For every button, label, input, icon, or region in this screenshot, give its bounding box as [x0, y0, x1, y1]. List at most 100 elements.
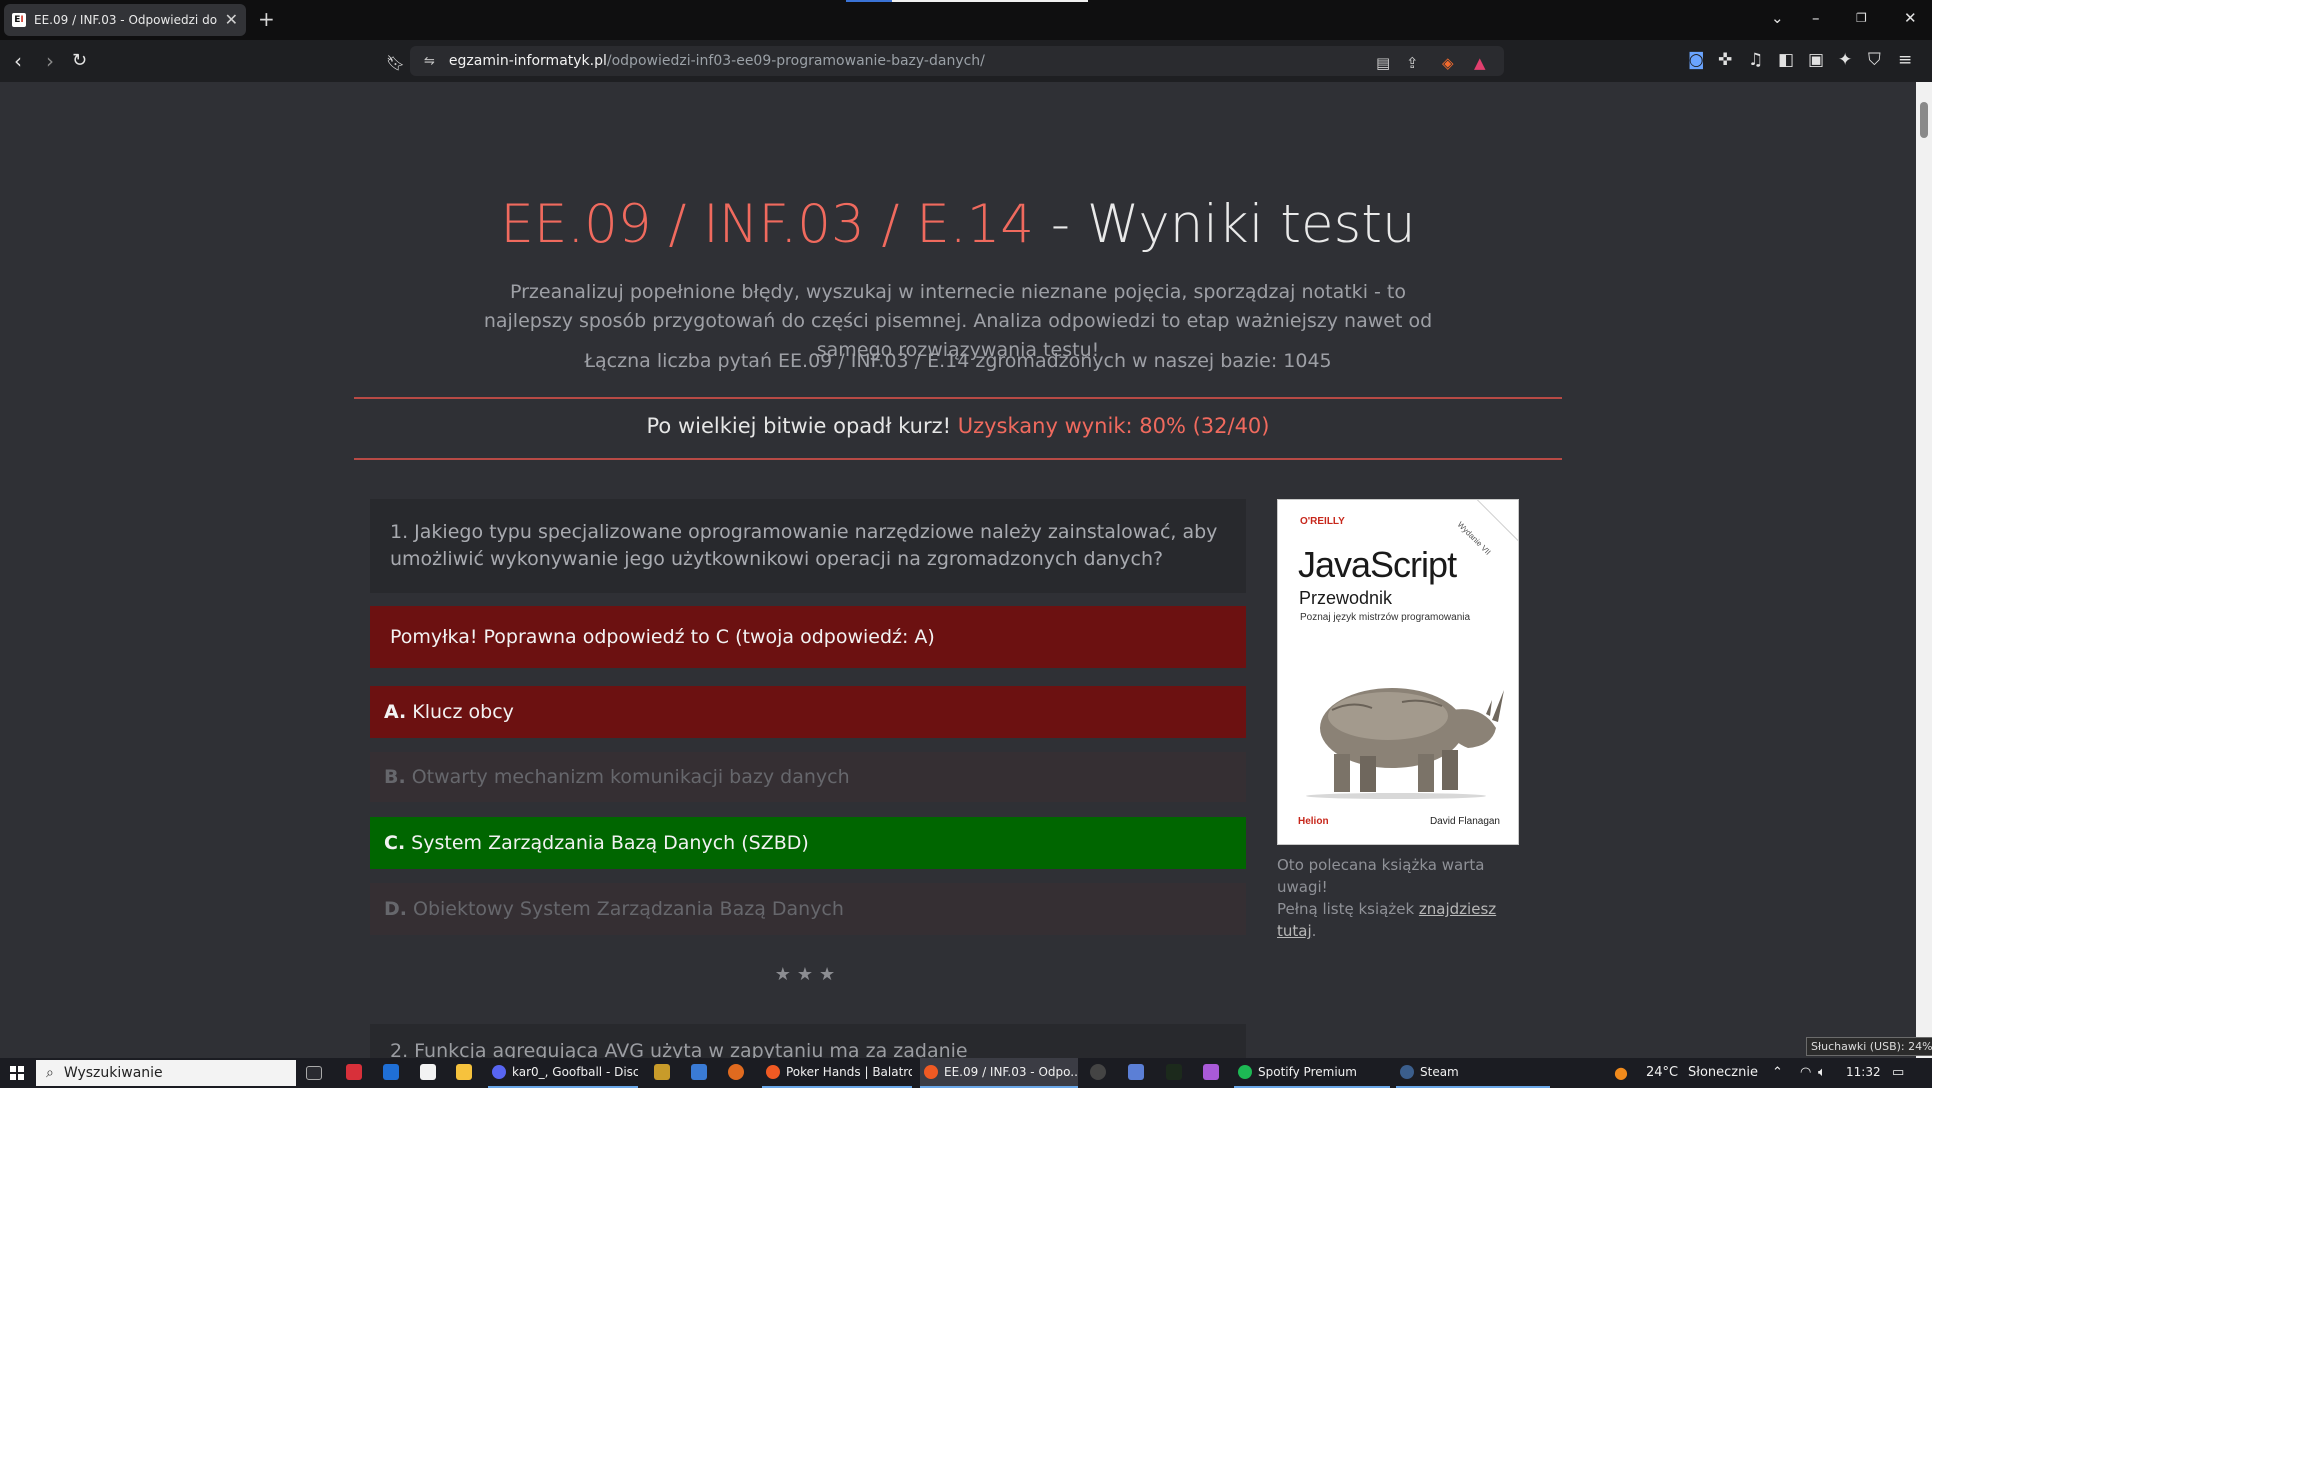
- weather-temp[interactable]: 24°C: [1646, 1065, 1678, 1080]
- restore-icon[interactable]: ❐: [1856, 8, 1867, 28]
- new-tab-icon[interactable]: +: [258, 9, 275, 29]
- back-icon[interactable]: ‹: [14, 49, 22, 73]
- taskbar-brave-balatro[interactable]: Poker Hands | Balatro...: [762, 1058, 912, 1088]
- tab-list-chevron-icon[interactable]: ⌄: [1771, 8, 1784, 28]
- app-shield-icon[interactable]: [654, 1064, 670, 1080]
- taskbar-brave-egzamin[interactable]: EE.09 / INF.03 - Odpo...: [920, 1058, 1078, 1088]
- taskbar-spotify-label: Spotify Premium: [1258, 1065, 1357, 1079]
- page-title: EE.09 / INF.03 / E.14 - Wyniki testu: [0, 194, 1916, 255]
- browser-tab[interactable]: EI EE.09 / INF.03 - Odpowiedzi do E ✕: [4, 4, 246, 36]
- reader-mode-icon[interactable]: ▤: [1376, 54, 1390, 72]
- extension-icon[interactable]: ◙: [1688, 50, 1705, 70]
- answer-b-letter: B.: [384, 766, 406, 788]
- book-publisher: O'REILLY: [1300, 516, 1345, 527]
- page-title-label: - Wyniki testu: [1034, 194, 1416, 255]
- menu-icon[interactable]: ≡: [1898, 50, 1912, 70]
- book-subtitle: Przewodnik: [1299, 588, 1393, 608]
- brave-rewards-icon[interactable]: ▲: [1474, 54, 1486, 72]
- search-icon: ⌕: [46, 1065, 54, 1081]
- weather-desc[interactable]: Słonecznie: [1688, 1065, 1758, 1080]
- result-prefix: Po wielkiej bitwie opadł kurz!: [646, 414, 958, 438]
- taskbar-spotify[interactable]: Spotify Premium: [1234, 1058, 1390, 1088]
- divider-bottom: [354, 458, 1562, 460]
- question-count-text: Łączna liczba pytań EE.09 / INF.03 / E.1…: [584, 350, 1332, 372]
- url-path: /odpowiedzi-inf03-ee09-programowanie-baz…: [606, 53, 985, 69]
- file-explorer-icon[interactable]: [456, 1064, 472, 1080]
- answer-b: B. Otwarty mechanizm komunikacji bazy dan…: [370, 752, 1246, 802]
- navigation-bar: ‹ › ↻ 🔖︎ ⇋ egzamin-informatyk.pl /odpowi…: [0, 40, 1932, 82]
- question-text: 1. Jakiego typu specjalizowane oprogramo…: [370, 499, 1246, 593]
- book-caption-prefix: Pełną listę książek: [1277, 900, 1419, 918]
- app-bot-icon[interactable]: [1128, 1064, 1144, 1080]
- answer-c: C. System Zarządzania Bazą Danych (SZBD): [370, 817, 1246, 869]
- site-settings-icon[interactable]: ⇋: [424, 54, 435, 69]
- book-cover[interactable]: O'REILLY Wydanie VII JavaScript Przewodn…: [1277, 499, 1519, 845]
- loading-indicator: [846, 0, 1088, 2]
- book-caption-suffix: .: [1311, 922, 1317, 940]
- answer-d-letter: D.: [384, 898, 407, 920]
- taskbar-search[interactable]: ⌕ Wyszukiwanie: [36, 1060, 296, 1086]
- store-icon[interactable]: [420, 1064, 436, 1080]
- sidebar-icon[interactable]: ◧: [1778, 50, 1794, 70]
- taskbar-discord[interactable]: kar0_, Goofball - Disc...: [488, 1058, 638, 1088]
- brave-shields-icon[interactable]: ◈: [1442, 54, 1454, 72]
- share-icon[interactable]: ⇪: [1406, 54, 1419, 72]
- page-scrollbar[interactable]: [1916, 82, 1932, 1058]
- url-domain: egzamin-informatyk.pl: [448, 53, 607, 69]
- weather-sun-icon: ●: [1614, 1063, 1628, 1082]
- book-tagline: Poznaj język mistrzów programowania: [1300, 612, 1471, 623]
- app-photos-icon[interactable]: [691, 1064, 707, 1080]
- taskbar: ⌕ Wyszukiwanie kar0_, Goofball - Disc...…: [0, 1058, 1932, 1088]
- answer-d: D. Obiektowy System Zarządzania Bazą Dany…: [370, 883, 1246, 935]
- answer-d-text: Obiektowy System Zarządzania Bazą Danych: [413, 898, 844, 920]
- book-caption: Oto polecana książka warta uwagi! Pełną …: [1277, 854, 1537, 942]
- answer-a-letter: A.: [384, 701, 407, 723]
- search-placeholder: Wyszukiwanie: [63, 1065, 163, 1081]
- site-favicon-icon: EI: [12, 13, 26, 27]
- rhino-illustration: [1306, 688, 1504, 799]
- separator-stars: ★★★: [774, 964, 842, 985]
- app-headset-icon[interactable]: [1090, 1064, 1106, 1080]
- scrollbar-thumb[interactable]: [1920, 102, 1928, 138]
- tab-strip: EI EE.09 / INF.03 - Odpowiedzi do E ✕ + …: [0, 0, 1932, 40]
- app-blender-icon[interactable]: [728, 1064, 744, 1080]
- taskbar-discord-label: kar0_, Goofball - Disc...: [512, 1065, 638, 1079]
- book-imprint: Helion: [1298, 816, 1329, 827]
- answer-c-letter: C.: [384, 832, 406, 854]
- taskbar-brave-balatro-label: Poker Hands | Balatro...: [786, 1065, 912, 1079]
- result-score: Uzyskany wynik: 80% (32/40): [957, 414, 1270, 438]
- forward-icon[interactable]: ›: [46, 49, 54, 73]
- wifi-icon[interactable]: ◠: [1800, 1065, 1811, 1080]
- notifications-icon[interactable]: ▭: [1892, 1065, 1904, 1080]
- vpn-shield-icon[interactable]: ⛉: [1868, 50, 1881, 70]
- app-red-icon[interactable]: [346, 1064, 362, 1080]
- answer-b-text: Otwarty mechanizm komunikacji bazy danyc…: [411, 766, 850, 788]
- pycharm-icon[interactable]: [1166, 1064, 1182, 1080]
- minimize-icon[interactable]: –: [1812, 8, 1820, 28]
- tab-close-icon[interactable]: ✕: [225, 12, 238, 28]
- volume-icon[interactable]: 🔈︎: [1818, 1065, 1826, 1080]
- bookmark-icon[interactable]: 🔖︎: [386, 51, 405, 75]
- answer-c-text: System Zarządzania Bazą Danych (SZBD): [411, 832, 809, 854]
- address-bar[interactable]: ⇋ egzamin-informatyk.pl /odpowiedzi-inf0…: [410, 46, 1504, 76]
- close-window-icon[interactable]: ✕: [1904, 8, 1917, 28]
- tray-chevron-icon[interactable]: ⌃: [1772, 1065, 1783, 1080]
- windows-start-icon[interactable]: [10, 1066, 24, 1080]
- feedback-banner: Pomyłka! Poprawna odpowiedź to C (twoja …: [370, 606, 1246, 668]
- wallet-icon[interactable]: ▣: [1808, 50, 1824, 70]
- book-author: David Flanagan: [1429, 816, 1500, 827]
- result-line: Po wielkiej bitwie opadł kurz! Uzyskany …: [0, 414, 1916, 438]
- book-title: JavaScript: [1298, 544, 1457, 585]
- divider-top: [354, 397, 1562, 399]
- outlook-icon[interactable]: [383, 1064, 399, 1080]
- taskbar-steam[interactable]: Steam: [1396, 1058, 1550, 1088]
- blank-area: [1932, 0, 2312, 1480]
- leo-ai-icon[interactable]: ✦: [1838, 50, 1852, 70]
- task-view-icon[interactable]: [306, 1066, 322, 1080]
- media-icon[interactable]: ♫: [1748, 50, 1763, 70]
- clock[interactable]: 11:32: [1846, 1065, 1881, 1079]
- figma-icon[interactable]: [1203, 1064, 1219, 1080]
- page-content: EE.09 / INF.03 / E.14 - Wyniki testu Prz…: [0, 82, 1916, 1058]
- reload-icon[interactable]: ↻: [72, 49, 87, 73]
- extensions-puzzle-icon[interactable]: ✜: [1718, 50, 1732, 70]
